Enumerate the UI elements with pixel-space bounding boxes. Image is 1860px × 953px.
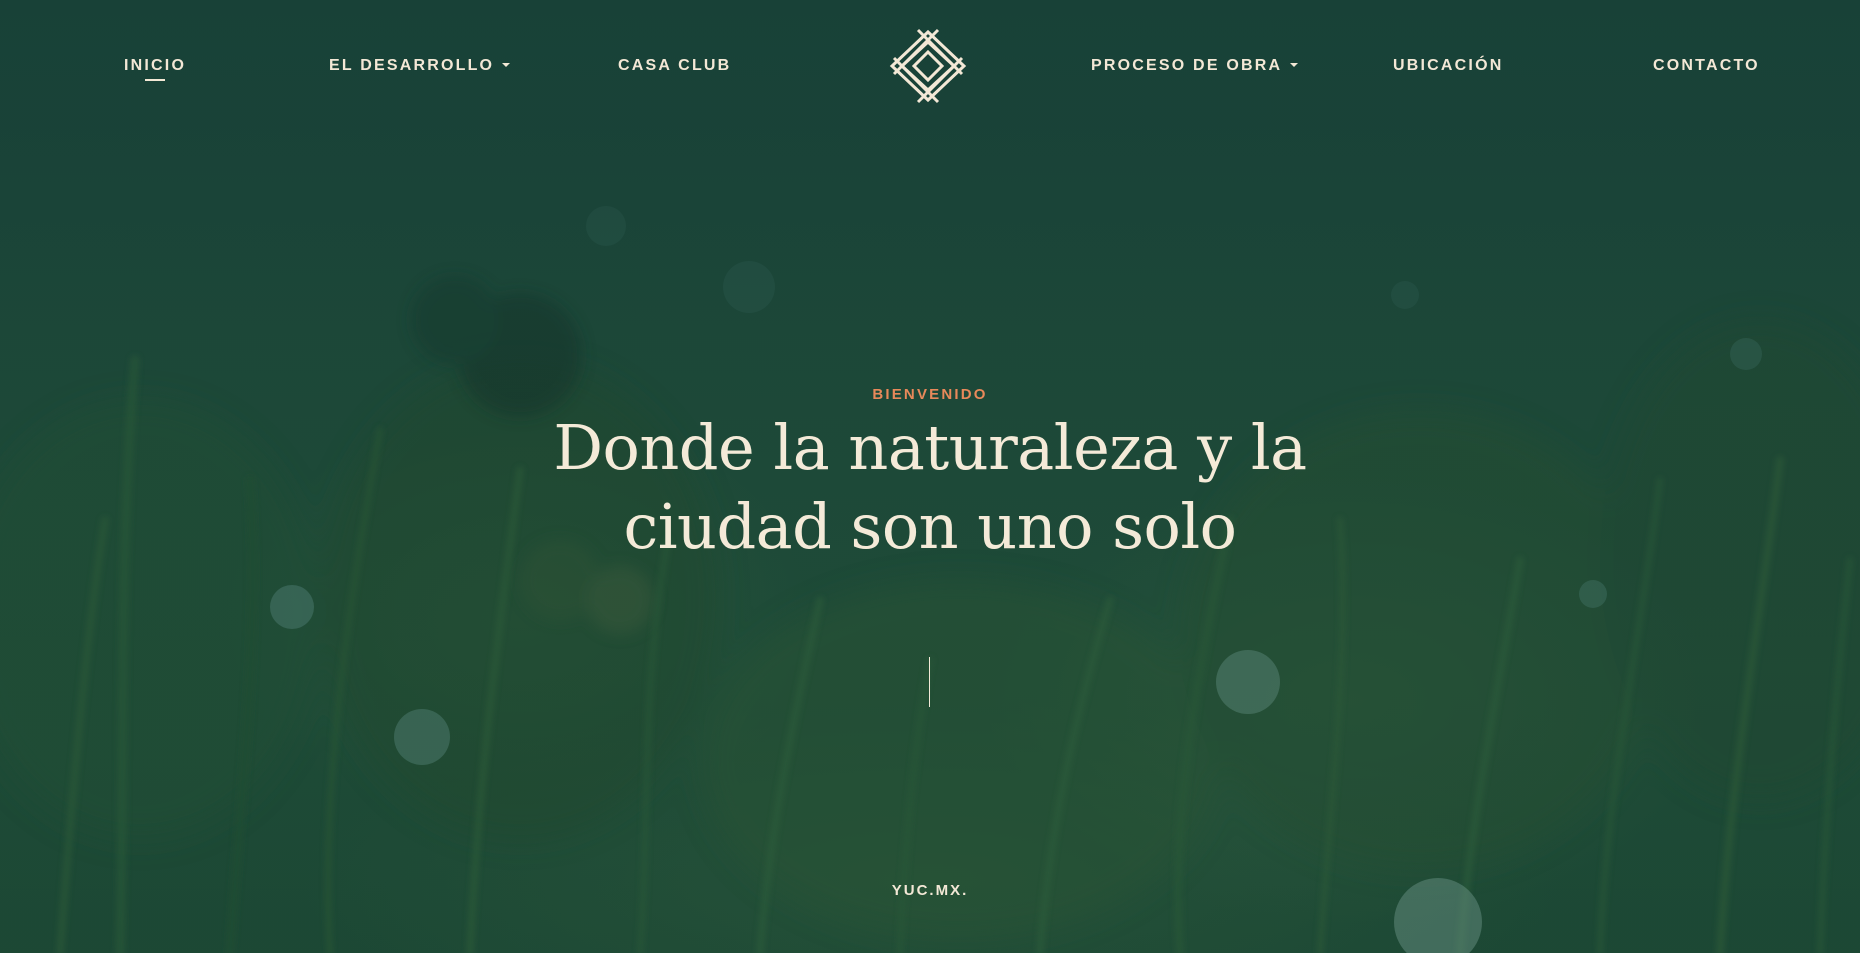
nav-item-label: PROCESO DE OBRA bbox=[1091, 57, 1283, 74]
brand-logo[interactable] bbox=[882, 28, 974, 104]
hero-headline-line-2: ciudad son uno solo bbox=[623, 490, 1237, 563]
diamond-lattice-logo-icon bbox=[889, 28, 967, 104]
nav-item-contacto[interactable]: CONTACTO bbox=[1653, 56, 1760, 76]
hero-eyebrow: BIENVENIDO bbox=[872, 386, 988, 403]
hero-headline: Donde la naturaleza y la ciudad son uno … bbox=[530, 408, 1330, 566]
nav-item-label: UBICACIÓN bbox=[1393, 57, 1504, 74]
nav-item-inicio[interactable]: INICIO bbox=[124, 56, 186, 76]
nav-item-label: EL DESARROLLO bbox=[329, 57, 495, 74]
footer-brand: YUC.MX. bbox=[891, 882, 969, 899]
hero-headline-line-1: Donde la naturaleza y la bbox=[553, 411, 1307, 484]
caret-down-icon bbox=[1290, 62, 1299, 67]
nav-item-ubicacion[interactable]: UBICACIÓN bbox=[1393, 56, 1503, 76]
caret-down-icon bbox=[502, 62, 511, 67]
main-navigation: INICIO EL DESARROLLO CASA CLUB PROCESO D… bbox=[0, 0, 1860, 134]
nav-item-label: INICIO bbox=[124, 57, 187, 74]
nav-item-proceso-de-obra[interactable]: PROCESO DE OBRA bbox=[1091, 56, 1299, 76]
scroll-indicator-line[interactable] bbox=[929, 657, 930, 707]
active-nav-underline bbox=[145, 79, 165, 81]
nav-item-label: CASA CLUB bbox=[618, 57, 732, 74]
nav-item-casa-club[interactable]: CASA CLUB bbox=[618, 56, 731, 76]
nav-item-el-desarrollo[interactable]: EL DESARROLLO bbox=[329, 56, 511, 76]
nav-item-label: CONTACTO bbox=[1653, 57, 1760, 74]
